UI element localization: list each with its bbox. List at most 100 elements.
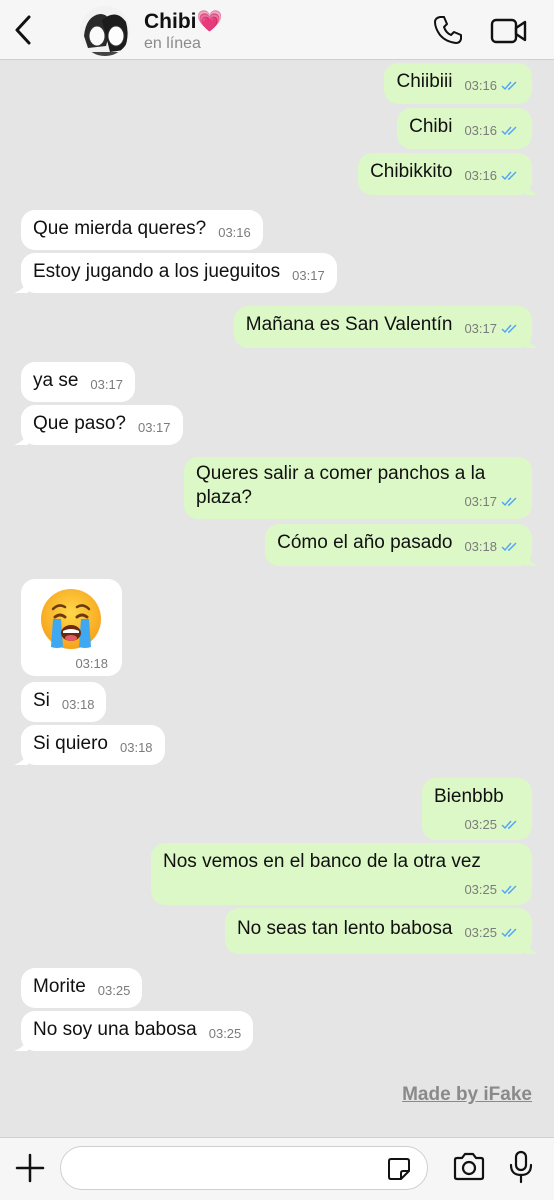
- back-button[interactable]: [8, 10, 38, 50]
- double-check-icon: [501, 542, 517, 552]
- sticker-button[interactable]: [387, 1157, 411, 1181]
- message-text: ya se: [33, 370, 79, 391]
- message-meta: 03:17: [464, 317, 520, 341]
- message-text: Bienbbb: [434, 786, 504, 807]
- input-bar: [0, 1137, 554, 1200]
- incoming-emoji-message[interactable]: 03:18: [21, 579, 122, 676]
- message-time: 03:25: [464, 925, 497, 940]
- camera-button[interactable]: [452, 1152, 486, 1182]
- message-time: 03:16: [464, 78, 497, 93]
- outgoing-message[interactable]: Cómo el año pasado 03:18: [265, 524, 539, 566]
- double-check-icon: [501, 171, 517, 181]
- contact-status: en línea: [144, 35, 201, 52]
- message-text: Chibikkito: [370, 161, 453, 182]
- chat-area[interactable]: Chiibiii 03:16 Chibi 03:16 Chibikkito 03:16…: [0, 61, 554, 1137]
- avatar[interactable]: [80, 6, 130, 56]
- double-check-icon: [501, 81, 517, 91]
- microphone-button[interactable]: [508, 1150, 534, 1184]
- incoming-message[interactable]: Que paso? 03:17: [14, 405, 183, 445]
- outgoing-message[interactable]: No seas tan lento babosa 03:25: [224, 908, 539, 954]
- message-time: 03:25: [464, 882, 497, 897]
- message-time: 03:16: [218, 225, 251, 240]
- message-time: 03:17: [464, 494, 497, 509]
- chat-header: Chibi💗 en línea: [0, 0, 554, 60]
- outgoing-message[interactable]: Bienbbb 03:25: [422, 778, 532, 840]
- message-time: 03:18: [120, 740, 153, 755]
- message-meta: 03:16: [464, 74, 520, 98]
- message-time: 03:18: [464, 539, 497, 554]
- double-check-icon: [501, 324, 517, 334]
- incoming-message[interactable]: Morite 03:25: [21, 968, 143, 1008]
- bubble-tail: [14, 1035, 28, 1051]
- message-text: Que paso?: [33, 413, 126, 434]
- message-text: Si: [33, 690, 50, 711]
- message-time: 03:17: [464, 321, 497, 336]
- message-text: Chibi: [409, 116, 453, 137]
- incoming-message[interactable]: ya se 03:17: [21, 362, 135, 402]
- plus-icon: [15, 1153, 45, 1183]
- message-meta: 03:25: [163, 878, 520, 902]
- bubble-tail: [525, 179, 539, 195]
- outgoing-message[interactable]: Queres salir a comer panchos a la plaza?…: [184, 457, 532, 519]
- message-time: 03:17: [90, 377, 123, 392]
- message-time: 03:17: [292, 268, 325, 283]
- message-text: Estoy jugando a los jueguitos: [33, 261, 281, 282]
- outgoing-message[interactable]: Chibi 03:16: [397, 108, 532, 149]
- message-text: Si quiero: [33, 733, 108, 754]
- video-call-button[interactable]: [490, 16, 528, 46]
- crying-face-emoji-icon: [41, 589, 101, 649]
- message-meta: 03:25: [434, 813, 520, 837]
- back-chevron-icon: [15, 15, 31, 45]
- incoming-message[interactable]: Si quiero 03:18: [14, 725, 165, 765]
- message-time: 03:25: [97, 983, 131, 998]
- message-meta: 03:16: [464, 164, 520, 188]
- outgoing-message[interactable]: Mañana es San Valentín 03:17: [233, 306, 539, 348]
- message-time: 03:25: [208, 1026, 242, 1041]
- message-time: 03:16: [464, 168, 497, 183]
- incoming-message[interactable]: No soy una babosa 03:25: [14, 1011, 254, 1051]
- bubble-tail: [525, 550, 539, 566]
- phone-icon: [434, 16, 462, 44]
- voice-call-button[interactable]: [432, 14, 464, 46]
- message-text: Morite: [33, 976, 86, 997]
- double-check-icon: [501, 497, 517, 507]
- outgoing-message[interactable]: Nos vemos en el banco de la otra vez 03:2…: [151, 843, 532, 905]
- avatar-picture-icon: [80, 6, 130, 56]
- video-camera-icon: [490, 18, 527, 44]
- bubble-tail: [14, 749, 28, 765]
- bubble-tail: [14, 277, 28, 293]
- attach-button[interactable]: [14, 1152, 46, 1184]
- double-check-icon: [501, 820, 517, 830]
- bubble-tail: [525, 332, 539, 348]
- message-text: Que mierda queres?: [33, 218, 207, 239]
- message-text: No seas tan lento babosa: [236, 918, 453, 939]
- double-check-icon: [501, 885, 517, 895]
- message-time: 03:17: [137, 420, 171, 435]
- message-meta: 03:25: [464, 921, 520, 945]
- message-time: 03:16: [464, 123, 497, 138]
- bubble-tail: [14, 429, 28, 445]
- message-text: No soy una babosa: [33, 1019, 197, 1040]
- message-meta: 03:16: [464, 119, 520, 143]
- outgoing-message[interactable]: Chiibiii 03:16: [384, 63, 532, 104]
- double-check-icon: [501, 928, 517, 938]
- incoming-message[interactable]: Si 03:18: [21, 682, 107, 722]
- message-text: Nos vemos en el banco de la otra vez: [163, 851, 481, 872]
- message-text: Mañana es San Valentín: [245, 314, 453, 335]
- microphone-icon: [509, 1150, 533, 1184]
- contact-name[interactable]: Chibi💗: [144, 10, 223, 34]
- message-meta: 03:18: [464, 535, 520, 559]
- message-input[interactable]: [60, 1146, 428, 1190]
- incoming-message[interactable]: Que mierda queres? 03:16: [21, 210, 263, 250]
- message-text: Cómo el año pasado: [277, 532, 453, 553]
- outgoing-message[interactable]: Chibikkito 03:16: [358, 153, 539, 195]
- message-time: 03:18: [75, 656, 108, 671]
- camera-icon: [453, 1152, 485, 1181]
- message-text: Chiibiii: [396, 71, 453, 92]
- bubble-tail: [525, 938, 539, 954]
- double-check-icon: [501, 126, 517, 136]
- message-time: 03:25: [464, 817, 497, 832]
- incoming-message[interactable]: Estoy jugando a los jueguitos 03:17: [14, 253, 337, 293]
- sticker-icon: [388, 1158, 410, 1180]
- message-time: 03:18: [61, 697, 95, 712]
